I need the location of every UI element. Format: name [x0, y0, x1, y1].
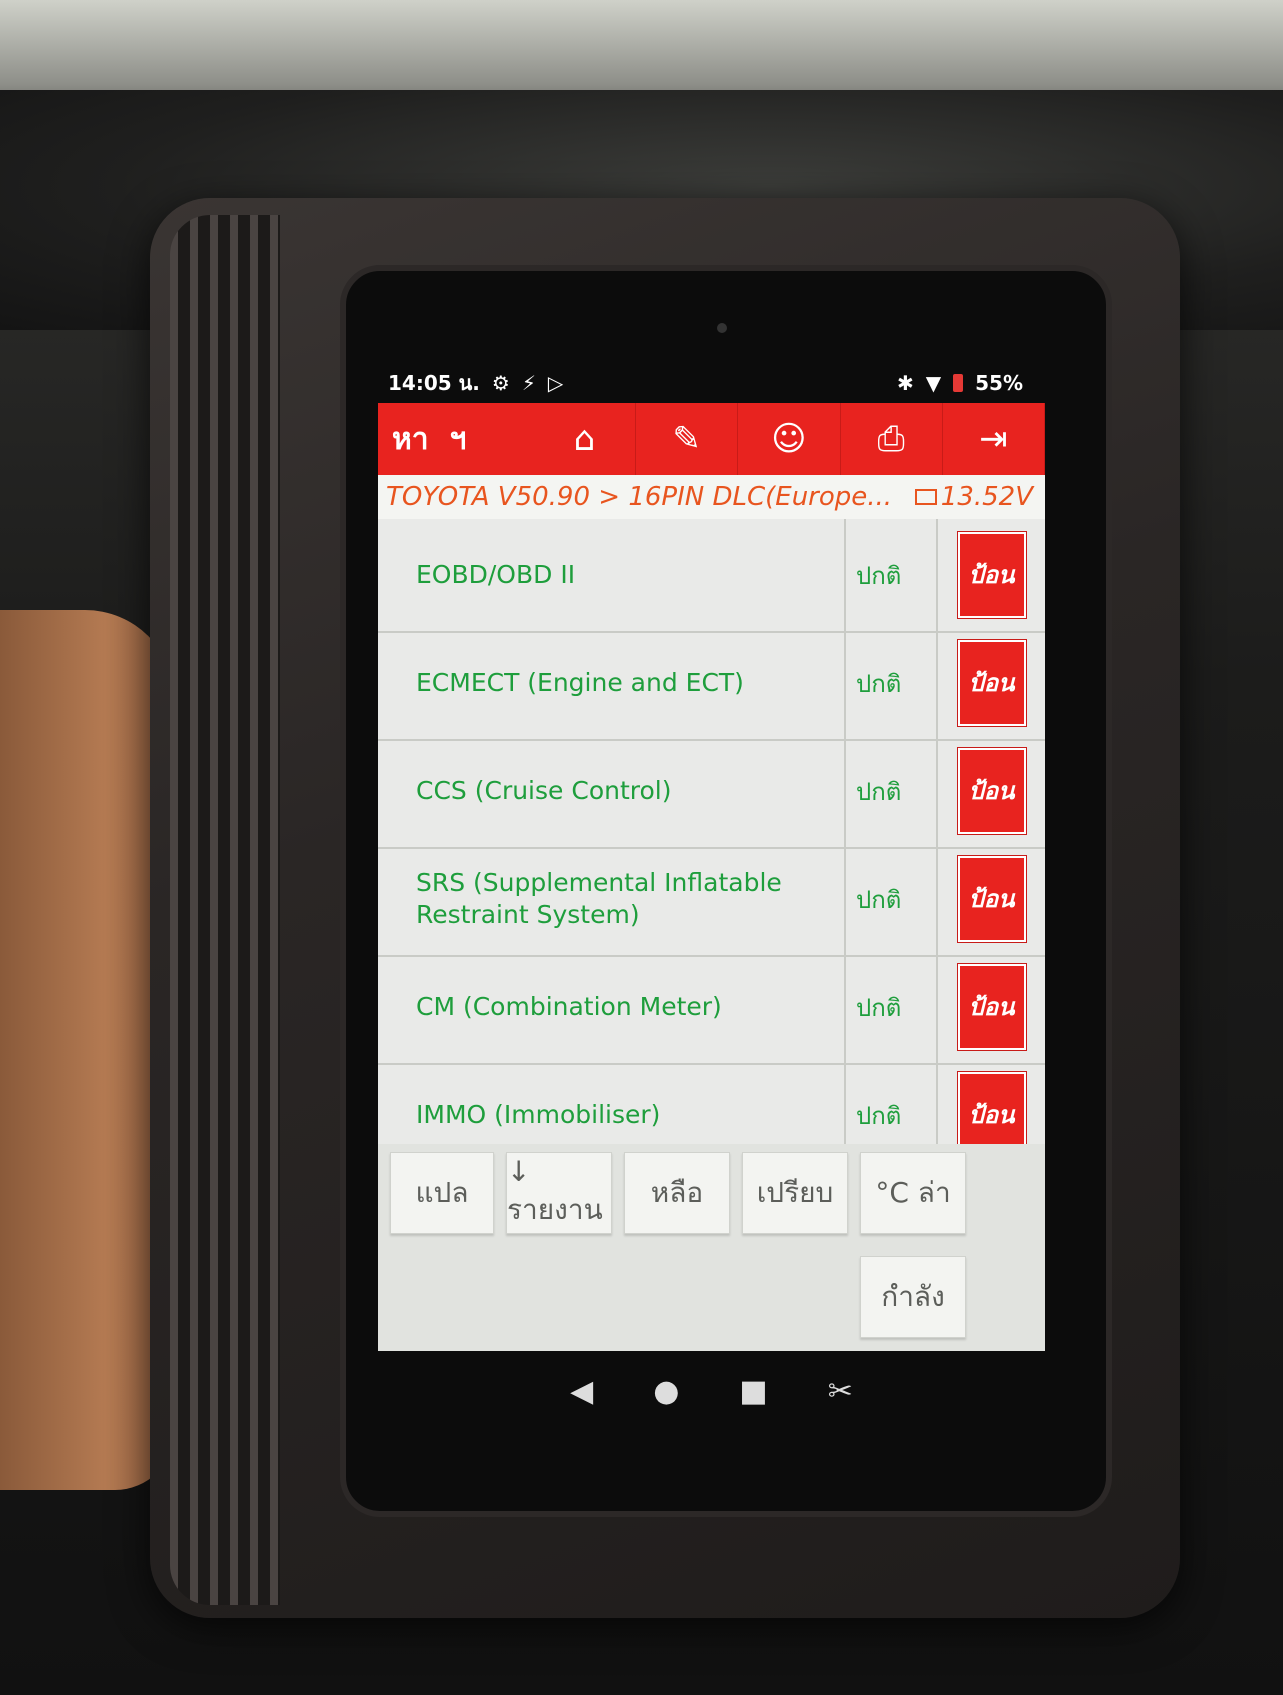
play-store-icon: ▷: [547, 371, 564, 395]
bluetooth-icon: ✱: [896, 371, 914, 395]
edit-icon[interactable]: ✎: [636, 403, 739, 475]
print-icon[interactable]: ⎙: [841, 403, 943, 475]
help-button[interactable]: หลือ: [624, 1152, 730, 1234]
gear-icon: ⚙: [491, 371, 510, 395]
wifi-icon: ▼: [925, 371, 942, 395]
home-icon[interactable]: ⌂: [534, 403, 636, 475]
toolbar-title[interactable]: หา ฯ: [378, 403, 534, 475]
loading-button[interactable]: กำลัง: [860, 1256, 966, 1338]
system-row: CCS (Cruise Control) ปกติ ป้อน: [378, 735, 1045, 849]
system-name: CCS (Cruise Control): [378, 735, 846, 847]
clear-codes-button[interactable]: °C ล่า: [860, 1152, 966, 1234]
system-name: EOBD/OBD II: [378, 519, 846, 631]
enter-button[interactable]: ป้อน: [957, 748, 1026, 834]
status-bar: 14:05 น. ⚙ ⚡ ▷ ✱ ▼ 55%: [378, 363, 1045, 403]
clock: 14:05 น.: [388, 371, 480, 395]
system-status: ปกติ: [846, 951, 938, 1063]
system-name: CM (Combination Meter): [378, 951, 846, 1063]
device-screen: 14:05 น. ⚙ ⚡ ▷ ✱ ▼ 55% หา ฯ ⌂ ✎ ☺ ⎙ ⇥ TO…: [378, 363, 1045, 1351]
report-button[interactable]: ↓ รายงาน: [506, 1152, 612, 1234]
breadcrumb: TOYOTA V50.90 > 16PIN DLC(Europe... 13.5…: [378, 475, 1045, 519]
car-battery-icon: [914, 489, 937, 505]
voltage-value: 13.52V: [940, 482, 1033, 512]
hand: [0, 610, 175, 1490]
top-toolbar: หา ฯ ⌂ ✎ ☺ ⎙ ⇥: [378, 403, 1045, 475]
translate-button[interactable]: แปล: [390, 1152, 494, 1234]
system-name: SRS (Supplemental Inflatable Restraint S…: [378, 843, 846, 955]
system-row: ECMECT (Engine and ECT) ปกติ ป้อน: [378, 627, 1045, 741]
home-nav-icon[interactable]: ●: [653, 1374, 679, 1409]
system-row: EOBD/OBD II ปกติ ป้อน: [378, 519, 1045, 633]
enter-button[interactable]: ป้อน: [957, 640, 1026, 726]
system-name: ECMECT (Engine and ECT): [378, 627, 846, 739]
screenshot-icon[interactable]: ✂: [828, 1374, 853, 1409]
tablet-grip-ribs: [170, 215, 280, 1605]
system-status: ปกติ: [846, 735, 938, 847]
android-nav-bar: ◀ ● ■ ✂: [378, 1351, 1045, 1431]
system-status: ปกติ: [846, 843, 938, 955]
battery-level: 55%: [975, 371, 1023, 395]
system-row: SRS (Supplemental Inflatable Restraint S…: [378, 843, 1045, 957]
system-list: EOBD/OBD II ปกติ ป้อน ECMECT (Engine and…: [378, 519, 1045, 1171]
voltage-readout: 13.52V: [914, 482, 1033, 512]
recents-icon[interactable]: ■: [739, 1374, 767, 1409]
exit-icon[interactable]: ⇥: [943, 403, 1045, 475]
user-icon[interactable]: ☺: [738, 403, 841, 475]
bottom-button-bar: แปล ↓ รายงาน หลือ เปรียบ °C ล่า กำลัง: [378, 1144, 1045, 1351]
battery-icon: [953, 374, 964, 392]
breadcrumb-path: TOYOTA V50.90 > 16PIN DLC(Europe...: [386, 482, 893, 512]
compare-button[interactable]: เปรียบ: [742, 1152, 848, 1234]
front-camera: [717, 323, 727, 333]
usb-icon: ⚡: [521, 371, 536, 395]
enter-button[interactable]: ป้อน: [957, 532, 1026, 618]
enter-button[interactable]: ป้อน: [957, 964, 1026, 1050]
back-icon[interactable]: ◀: [570, 1374, 593, 1409]
system-status: ปกติ: [846, 519, 938, 631]
system-row: CM (Combination Meter) ปกติ ป้อน: [378, 951, 1045, 1065]
enter-button[interactable]: ป้อน: [957, 856, 1026, 942]
system-status: ปกติ: [846, 627, 938, 739]
